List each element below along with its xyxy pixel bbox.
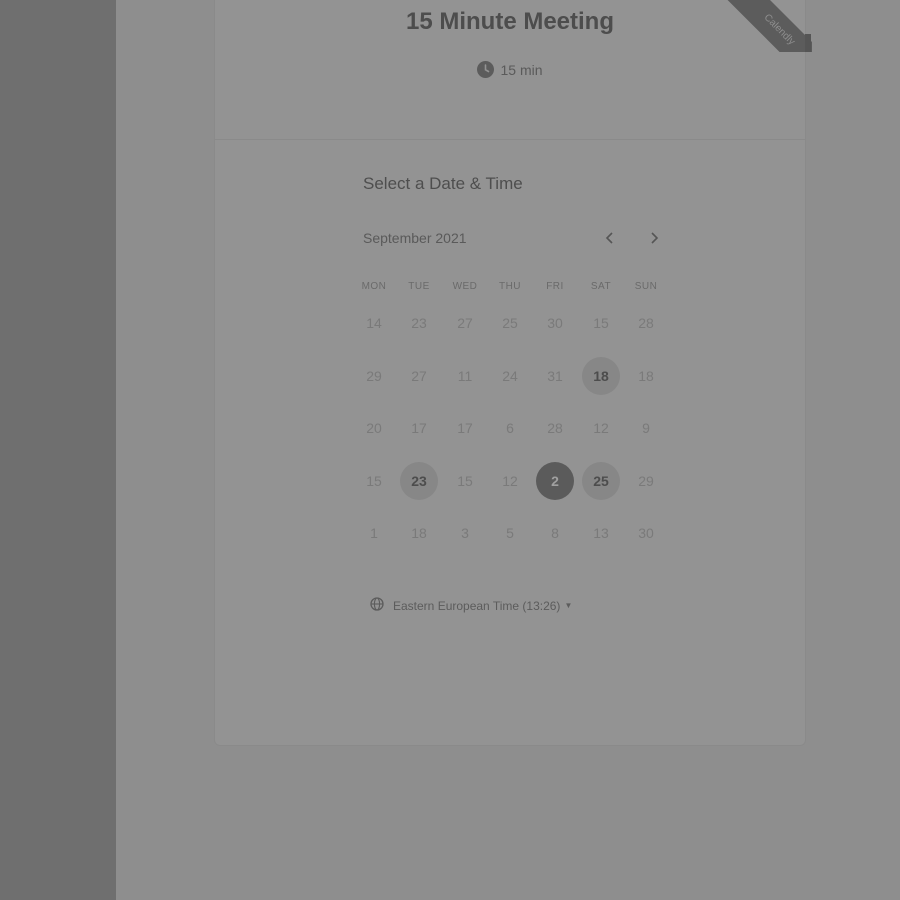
weekday-label: FRI	[546, 281, 564, 292]
day-cell: 29	[638, 473, 654, 489]
event-header: 15 Minute Meeting 15 min	[215, 0, 805, 140]
day-cell: 8	[551, 525, 559, 541]
day-cell: 15	[366, 473, 382, 489]
day-cell: 1	[370, 525, 378, 541]
day-selected[interactable]: 2	[536, 462, 574, 500]
timezone-label: Eastern European Time (13:26)	[393, 598, 561, 613]
day-cell: 23	[411, 315, 427, 331]
day-cell: 24	[502, 368, 518, 384]
select-date-heading: Select a Date & Time	[363, 174, 523, 193]
day-cell: 3	[461, 525, 469, 541]
day-cell: 25	[502, 315, 518, 331]
clock-icon	[477, 61, 495, 81]
day-cell: 11	[457, 368, 473, 384]
day-cell: 27	[411, 368, 427, 384]
day-cell: 18	[638, 368, 654, 384]
ribbon-fold	[805, 34, 811, 52]
day-cell: 30	[547, 315, 563, 331]
day-cell: 17	[411, 420, 427, 436]
day-available[interactable]: 18	[582, 357, 620, 395]
day-cell: 6	[506, 420, 514, 436]
day-cell: 17	[457, 420, 473, 436]
timezone-selector[interactable]: Eastern European Time (13:26) ▼	[370, 597, 572, 614]
chevron-left-icon	[605, 232, 613, 244]
day-cell: 13	[593, 525, 609, 541]
ribbon-label: Calendly	[720, 0, 812, 52]
day-cell: 31	[547, 368, 563, 384]
day-available[interactable]: 25	[582, 462, 620, 500]
day-cell: 15	[593, 315, 609, 331]
weekday-label: SAT	[590, 281, 612, 292]
globe-icon	[370, 597, 384, 614]
weekday-label: TUE	[408, 281, 430, 292]
day-cell: 28	[638, 315, 654, 331]
day-cell: 28	[547, 420, 563, 436]
previous-month-button[interactable]	[596, 224, 624, 252]
day-cell: 5	[506, 525, 514, 541]
day-available[interactable]: 23	[400, 462, 438, 500]
day-cell: 9	[642, 420, 650, 436]
caret-down-icon: ▼	[564, 601, 573, 610]
day-cell: 30	[638, 525, 654, 541]
duration-label: 15 min	[500, 62, 543, 78]
month-label: September 2021	[363, 230, 467, 246]
weekday-label: THU	[498, 281, 522, 292]
day-cell: 12	[502, 473, 518, 489]
weekday-label: WED	[452, 281, 478, 292]
weekday-label: SUN	[634, 281, 658, 292]
day-cell: 18	[411, 525, 427, 541]
next-month-button[interactable]	[640, 224, 668, 252]
day-cell: 29	[366, 368, 382, 384]
event-duration: 15 min	[215, 61, 805, 81]
day-cell: 27	[457, 315, 473, 331]
day-cell: 12	[593, 420, 609, 436]
day-cell: 14	[366, 315, 382, 331]
powered-by-ribbon[interactable]: Calendly	[720, 0, 812, 52]
weekday-label: MON	[361, 281, 387, 292]
left-sidebar	[0, 0, 116, 900]
chevron-right-icon	[651, 232, 659, 244]
day-cell: 20	[366, 420, 382, 436]
day-cell: 15	[457, 473, 473, 489]
event-title: 15 Minute Meeting	[405, 8, 615, 35]
